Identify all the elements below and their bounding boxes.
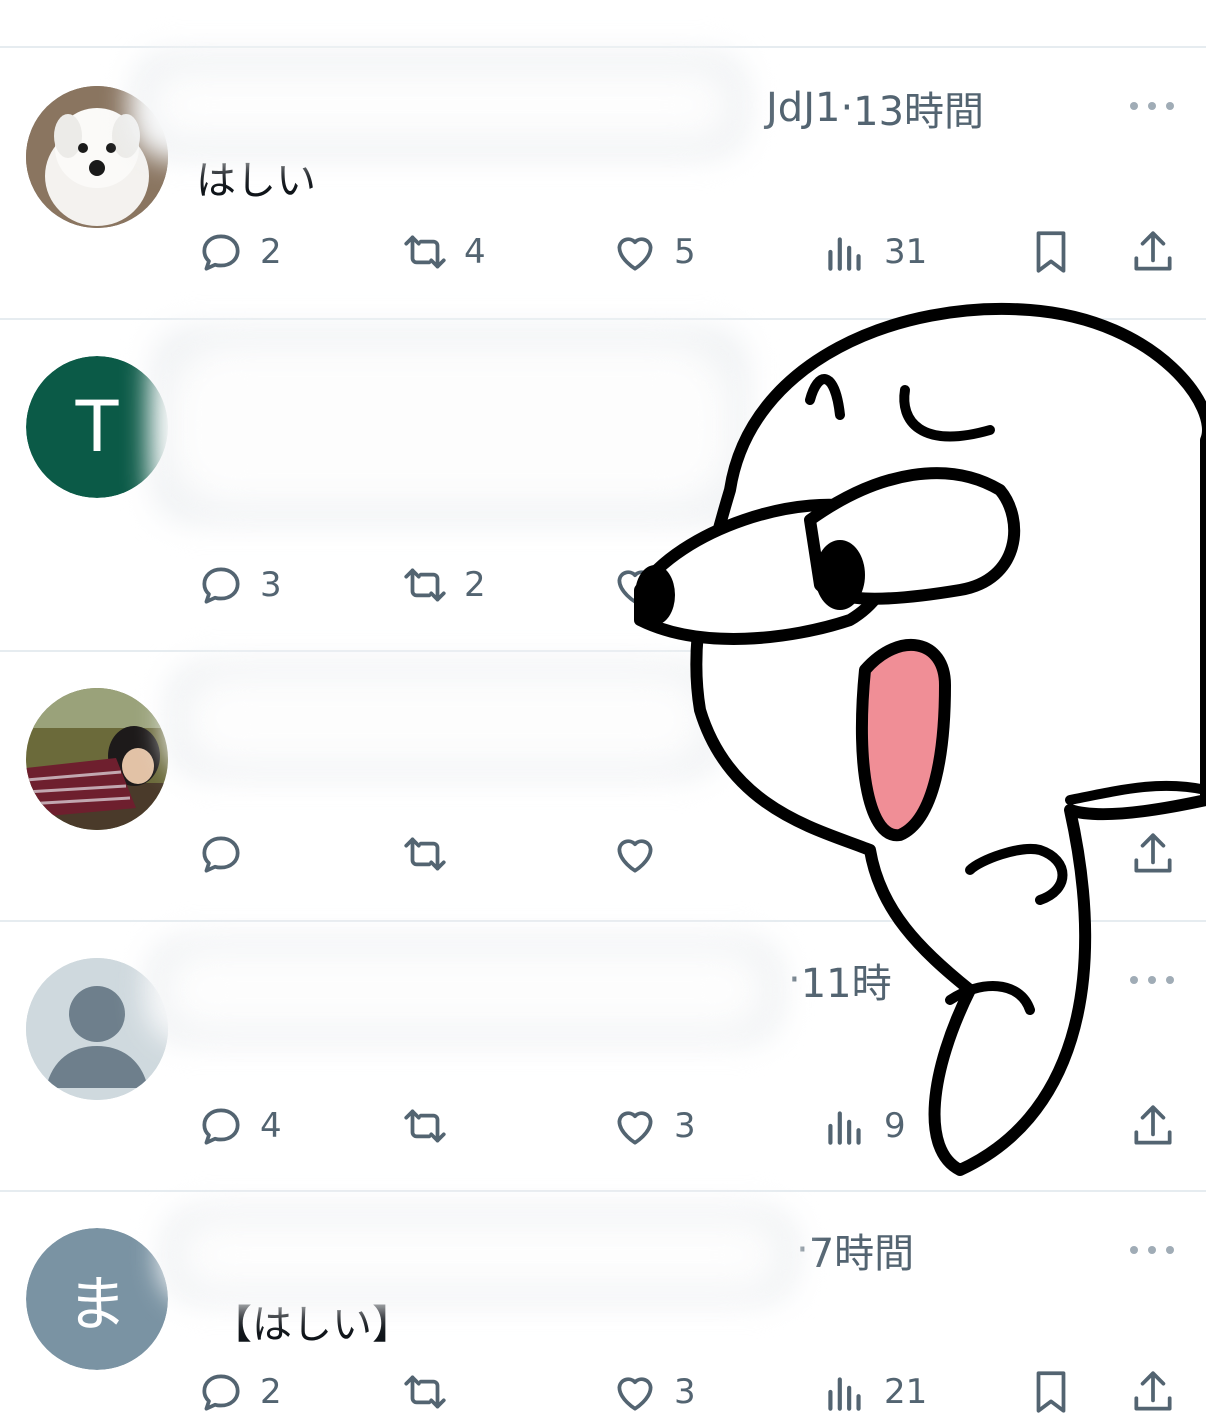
like-count: 3 (674, 1372, 696, 1412)
heart-icon (617, 237, 653, 271)
views-button[interactable]: 21 (820, 1362, 927, 1422)
reply-count: 2 (260, 232, 282, 272)
like-count: 5 (674, 232, 696, 272)
share-button[interactable] (1128, 222, 1178, 282)
retweet-icon (404, 235, 446, 269)
reply-icon (202, 234, 240, 271)
share-icon (1134, 1371, 1172, 1411)
person-photo-icon (26, 688, 168, 830)
reply-button[interactable] (196, 824, 246, 884)
like-button[interactable]: 3 (610, 1362, 696, 1422)
reply-button[interactable]: 4 (196, 1096, 282, 1156)
letter-avatar-ma[interactable]: ま (26, 1228, 168, 1370)
reply-icon (202, 1374, 240, 1411)
views-icon (828, 237, 861, 271)
letter-avatar-t[interactable]: T (26, 356, 168, 498)
separator-dot: · (840, 85, 854, 131)
retweet-icon (404, 1375, 446, 1409)
retweet-button[interactable]: 4 (400, 222, 486, 282)
more-options-icon[interactable] (1130, 1240, 1174, 1260)
divider (0, 46, 1206, 48)
avatar-circle: T (26, 356, 168, 498)
like-button[interactable]: 5 (610, 222, 696, 282)
blur-overlay (180, 1220, 780, 1290)
retweet-icon (404, 568, 446, 602)
reply-button[interactable]: 2 (196, 222, 282, 282)
action-bar: 2 4 5 31 (0, 222, 1206, 282)
blur-overlay (150, 70, 730, 140)
surprised-cartoon-sticker (634, 303, 1206, 1176)
avatar-circle: ま (26, 1228, 168, 1370)
retweet-count: 2 (464, 565, 486, 605)
views-count: 21 (884, 1372, 928, 1412)
reply-count: 2 (260, 1372, 282, 1412)
reply-feed: JdJ1 · 13時間 はしい 2 4 5 31 T 3 2 · 11時 4 3… (0, 0, 1206, 1413)
handle-tail: JdJ1 (766, 85, 841, 131)
retweet-button[interactable] (400, 824, 450, 884)
reply-count: 4 (260, 1106, 282, 1146)
action-bar: 2 3 21 (0, 1362, 1206, 1422)
post-header: · 7時間 (796, 1220, 914, 1280)
views-button[interactable]: 31 (820, 222, 927, 282)
retweet-count: 4 (464, 232, 486, 272)
reply-button[interactable]: 3 (196, 555, 282, 615)
person-photo-avatar[interactable] (26, 688, 168, 830)
post-time: 7時間 (808, 1231, 915, 1277)
bookmark-button[interactable] (1026, 222, 1076, 282)
bookmark-icon (1036, 1371, 1066, 1413)
share-button[interactable] (1128, 1362, 1178, 1422)
reply-icon (202, 836, 240, 873)
retweet-button[interactable] (400, 1362, 450, 1422)
bookmark-icon (1036, 231, 1066, 273)
reply-icon (202, 567, 240, 604)
bookmark-button[interactable] (1026, 1362, 1076, 1422)
post-time: 13時間 (853, 89, 985, 135)
reply-icon (202, 1108, 240, 1145)
retweet-button[interactable] (400, 1096, 450, 1156)
retweet-icon (404, 837, 446, 871)
retweet-button[interactable]: 2 (400, 555, 486, 615)
views-icon (828, 1377, 861, 1411)
retweet-icon (404, 1109, 446, 1143)
share-icon (1134, 231, 1172, 271)
avatar-letter: ま (67, 1269, 127, 1340)
avatar-letter: T (75, 386, 119, 468)
reply-button[interactable]: 2 (196, 1362, 282, 1422)
more-options-icon[interactable] (1130, 96, 1174, 116)
views-count: 31 (884, 232, 928, 272)
heart-icon (617, 1377, 653, 1411)
reply-count: 3 (260, 565, 282, 605)
